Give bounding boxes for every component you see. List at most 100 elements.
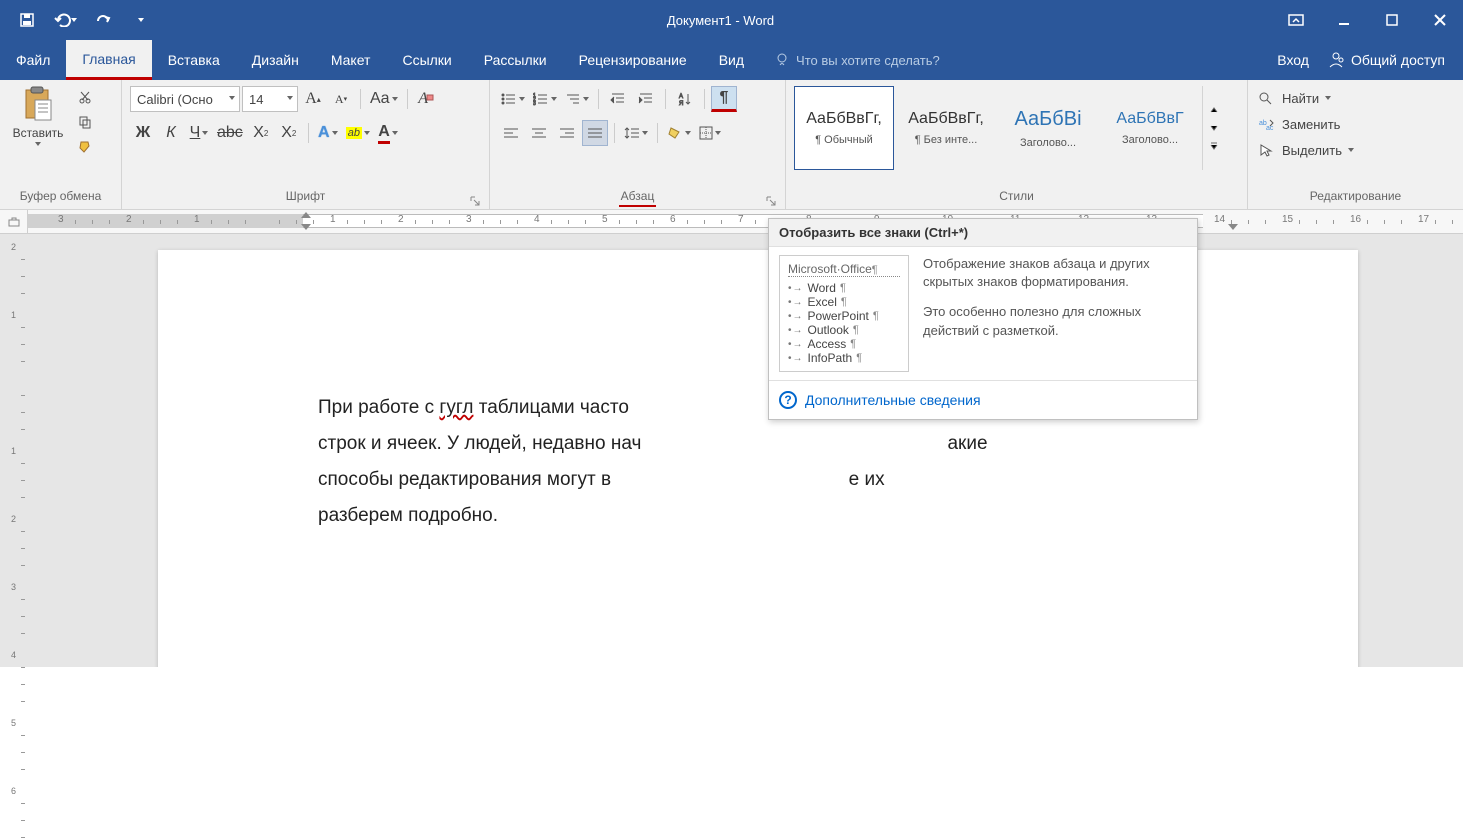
paste-button[interactable]: Вставить: [8, 86, 68, 146]
tooltip-preview: Microsoft·Office¶ Word¶Excel¶PowerPoint¶…: [779, 255, 909, 372]
bold-button[interactable]: Ж: [130, 120, 156, 146]
select-button[interactable]: Выделить: [1256, 138, 1360, 162]
undo-icon[interactable]: [48, 6, 82, 34]
ribbon-display-icon[interactable]: [1273, 4, 1319, 36]
share-button[interactable]: Общий доступ: [1327, 51, 1445, 69]
ribbon-tabs: Файл Главная Вставка Дизайн Макет Ссылки…: [0, 40, 1463, 80]
sort-icon[interactable]: АЯ: [672, 86, 698, 112]
highlight-icon[interactable]: ab: [343, 120, 373, 146]
tell-me-search[interactable]: Что вы хотите сделать?: [760, 40, 940, 80]
multilevel-list-icon[interactable]: [562, 86, 592, 112]
dialog-launcher-icon[interactable]: [469, 191, 481, 203]
align-center-icon[interactable]: [526, 120, 552, 146]
tab-insert[interactable]: Вставка: [152, 40, 236, 80]
cut-icon[interactable]: [72, 86, 98, 108]
copy-icon[interactable]: [72, 111, 98, 133]
group-font: Calibri (Осно 14 A▴ A▾ Aa A Ж К Ч abc X2…: [122, 80, 490, 209]
svg-text:А: А: [679, 94, 683, 100]
help-icon: ?: [779, 391, 797, 409]
tab-home[interactable]: Главная: [66, 40, 151, 80]
chevron-down-icon[interactable]: [71, 18, 77, 22]
font-name-select[interactable]: Calibri (Осно: [130, 86, 240, 112]
group-paragraph: 123 АЯ ¶ Абз: [490, 80, 786, 209]
show-hide-marks-button[interactable]: ¶: [711, 86, 737, 112]
underline-button[interactable]: Ч: [186, 120, 212, 146]
font-size-value: 14: [249, 92, 263, 107]
share-label: Общий доступ: [1351, 52, 1445, 68]
maximize-icon[interactable]: [1369, 4, 1415, 36]
close-icon[interactable]: [1417, 4, 1463, 36]
tooltip-show-marks: Отобразить все знаки (Ctrl+*) Microsoft·…: [768, 218, 1198, 420]
replace-button[interactable]: abac Заменить: [1256, 112, 1360, 136]
numbered-list-icon[interactable]: 123: [530, 86, 560, 112]
group-label-paragraph: Абзац: [498, 185, 777, 207]
group-label-styles: Стили: [794, 185, 1239, 207]
borders-icon[interactable]: [696, 120, 724, 146]
change-case-icon[interactable]: Aa: [367, 86, 401, 112]
window-title: Документ1 - Word: [168, 13, 1273, 28]
titlebar: Документ1 - Word: [0, 0, 1463, 40]
increase-indent-icon[interactable]: [633, 86, 659, 112]
tab-design[interactable]: Дизайн: [236, 40, 315, 80]
group-label-editing: Редактирование: [1256, 185, 1455, 207]
styles-expand[interactable]: [1202, 86, 1222, 170]
tooltip-description: Отображение знаков абзаца и других скрыт…: [923, 255, 1187, 372]
shrink-font-icon[interactable]: A▾: [328, 86, 354, 112]
decrease-indent-icon[interactable]: [605, 86, 631, 112]
sign-in-link[interactable]: Вход: [1277, 52, 1309, 68]
svg-text:ac: ac: [1266, 125, 1274, 131]
document-area[interactable]: При работе с гугл таблицами часто возник…: [28, 234, 1463, 667]
minimize-icon[interactable]: [1321, 4, 1367, 36]
text-effects-icon[interactable]: A: [315, 120, 341, 146]
strikethrough-button[interactable]: abc: [214, 120, 246, 146]
bullet-list-icon[interactable]: [498, 86, 528, 112]
style-normal[interactable]: АаБбВвГг, ¶ Обычный: [794, 86, 894, 170]
superscript-button[interactable]: X2: [276, 120, 302, 146]
group-label-clipboard: Буфер обмена: [8, 185, 113, 207]
style-heading1[interactable]: АаБбВі Заголово...: [998, 86, 1098, 170]
group-styles: АаБбВвГг, ¶ Обычный АаБбВвГг, ¶ Без инте…: [786, 80, 1248, 209]
tooltip-more-link[interactable]: ? Дополнительные сведения: [779, 391, 1187, 409]
subscript-button[interactable]: X2: [248, 120, 274, 146]
quick-access-toolbar: [0, 0, 168, 40]
group-clipboard: Вставить Буфер обмена: [0, 80, 122, 209]
tab-file[interactable]: Файл: [0, 40, 66, 80]
qat-customize-icon[interactable]: [124, 6, 158, 34]
find-button[interactable]: Найти: [1256, 86, 1360, 110]
group-label-font: Шрифт: [130, 185, 481, 207]
tooltip-title: Отобразить все знаки (Ctrl+*): [769, 219, 1197, 247]
tab-review[interactable]: Рецензирование: [563, 40, 703, 80]
redo-icon[interactable]: [86, 6, 120, 34]
svg-text:3: 3: [533, 101, 536, 106]
horizontal-ruler[interactable]: 3211234567891011121314151617: [28, 210, 1463, 234]
grow-font-icon[interactable]: A▴: [300, 86, 326, 112]
chevron-down-icon[interactable]: [35, 142, 41, 146]
workspace: 21123456 3211234567891011121314151617 Пр…: [0, 210, 1463, 667]
align-right-icon[interactable]: [554, 120, 580, 146]
tab-view[interactable]: Вид: [703, 40, 760, 80]
dialog-launcher-icon[interactable]: [765, 191, 777, 203]
ribbon: Вставить Буфер обмена Calibri (Осно 14 A…: [0, 80, 1463, 210]
tab-references[interactable]: Ссылки: [386, 40, 467, 80]
align-left-icon[interactable]: [498, 120, 524, 146]
format-painter-icon[interactable]: [72, 136, 98, 158]
save-icon[interactable]: [10, 6, 44, 34]
tab-layout[interactable]: Макет: [315, 40, 387, 80]
shading-icon[interactable]: [664, 120, 694, 146]
font-size-select[interactable]: 14: [242, 86, 298, 112]
window-controls: [1273, 0, 1463, 40]
clear-formatting-icon[interactable]: A: [414, 86, 440, 112]
ruler-corner[interactable]: [0, 210, 28, 234]
style-heading2[interactable]: АаБбВвГ Заголово...: [1100, 86, 1200, 170]
styles-gallery[interactable]: АаБбВвГг, ¶ Обычный АаБбВвГг, ¶ Без инте…: [794, 86, 1222, 170]
style-nospacing[interactable]: АаБбВвГг, ¶ Без инте...: [896, 86, 996, 170]
tab-mailings[interactable]: Рассылки: [468, 40, 563, 80]
tell-me-placeholder: Что вы хотите сделать?: [796, 53, 940, 68]
font-name-value: Calibri (Осно: [137, 92, 213, 107]
paste-label: Вставить: [13, 126, 64, 140]
group-editing: Найти abac Заменить Выделить Редактирова…: [1248, 80, 1463, 209]
justify-icon[interactable]: [582, 120, 608, 146]
font-color-icon[interactable]: A: [375, 120, 401, 146]
italic-button[interactable]: К: [158, 120, 184, 146]
line-spacing-icon[interactable]: [621, 120, 651, 146]
